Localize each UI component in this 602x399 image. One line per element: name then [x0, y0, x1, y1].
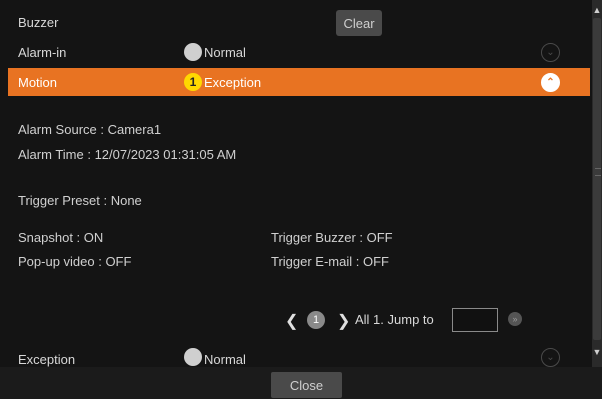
- scroll-down-icon[interactable]: ▼: [592, 345, 602, 359]
- chevron-up-icon[interactable]: ⌃: [541, 73, 560, 92]
- grip-icon: [595, 168, 601, 176]
- dialog-footer: Close: [0, 367, 602, 399]
- scroll-up-icon[interactable]: ▲: [592, 3, 602, 17]
- alarm-in-status: Normal: [204, 45, 246, 60]
- chevron-down-icon[interactable]: ⌄: [541, 43, 560, 62]
- vertical-scrollbar[interactable]: ▲ ▼: [592, 0, 602, 367]
- motion-label: Motion: [18, 75, 58, 90]
- exception-status: Normal: [204, 352, 246, 367]
- buzzer-header: Buzzer Clear: [0, 0, 592, 38]
- trigger-email-text: Trigger E-mail : OFF: [271, 254, 389, 269]
- status-dot-icon: [184, 348, 202, 366]
- alarm-in-label: Alarm-in: [18, 45, 67, 60]
- buzzer-label: Buzzer: [18, 15, 59, 30]
- pager-summary: All 1. Jump to: [355, 312, 434, 327]
- alarm-time-text: Alarm Time : 12/07/2023 01:31:05 AM: [18, 147, 237, 162]
- chevron-right-icon[interactable]: ❯: [337, 311, 350, 331]
- current-page-badge[interactable]: 1: [307, 311, 325, 329]
- trigger-preset-text: Trigger Preset : None: [18, 193, 142, 208]
- clear-button[interactable]: Clear: [336, 10, 382, 36]
- jump-to-input[interactable]: [452, 308, 498, 332]
- chevron-left-icon[interactable]: ❮: [285, 311, 298, 331]
- motion-row[interactable]: Motion 1 Exception ⌃: [8, 68, 590, 96]
- exception-row[interactable]: Exception Normal ⌄: [8, 344, 590, 367]
- close-button[interactable]: Close: [271, 372, 342, 398]
- status-dot-icon: [184, 43, 202, 61]
- alarm-status-panel: Buzzer Clear Alarm-in Normal ⌄ Motion 1 …: [0, 0, 592, 367]
- alarm-in-row[interactable]: Alarm-in Normal ⌄: [8, 38, 590, 66]
- trigger-buzzer-text: Trigger Buzzer : OFF: [271, 230, 393, 245]
- alarm-count-badge: 1: [184, 73, 202, 91]
- motion-status: Exception: [204, 75, 262, 90]
- popup-video-text: Pop-up video : OFF: [18, 254, 132, 269]
- chevron-down-icon[interactable]: ⌄: [541, 348, 560, 367]
- go-arrow-icon[interactable]: »: [508, 312, 522, 326]
- scrollbar-thumb[interactable]: [593, 18, 601, 340]
- exception-label: Exception: [18, 352, 76, 367]
- alarm-source-text: Alarm Source : Camera1: [18, 122, 162, 137]
- snapshot-text: Snapshot : ON: [18, 230, 104, 245]
